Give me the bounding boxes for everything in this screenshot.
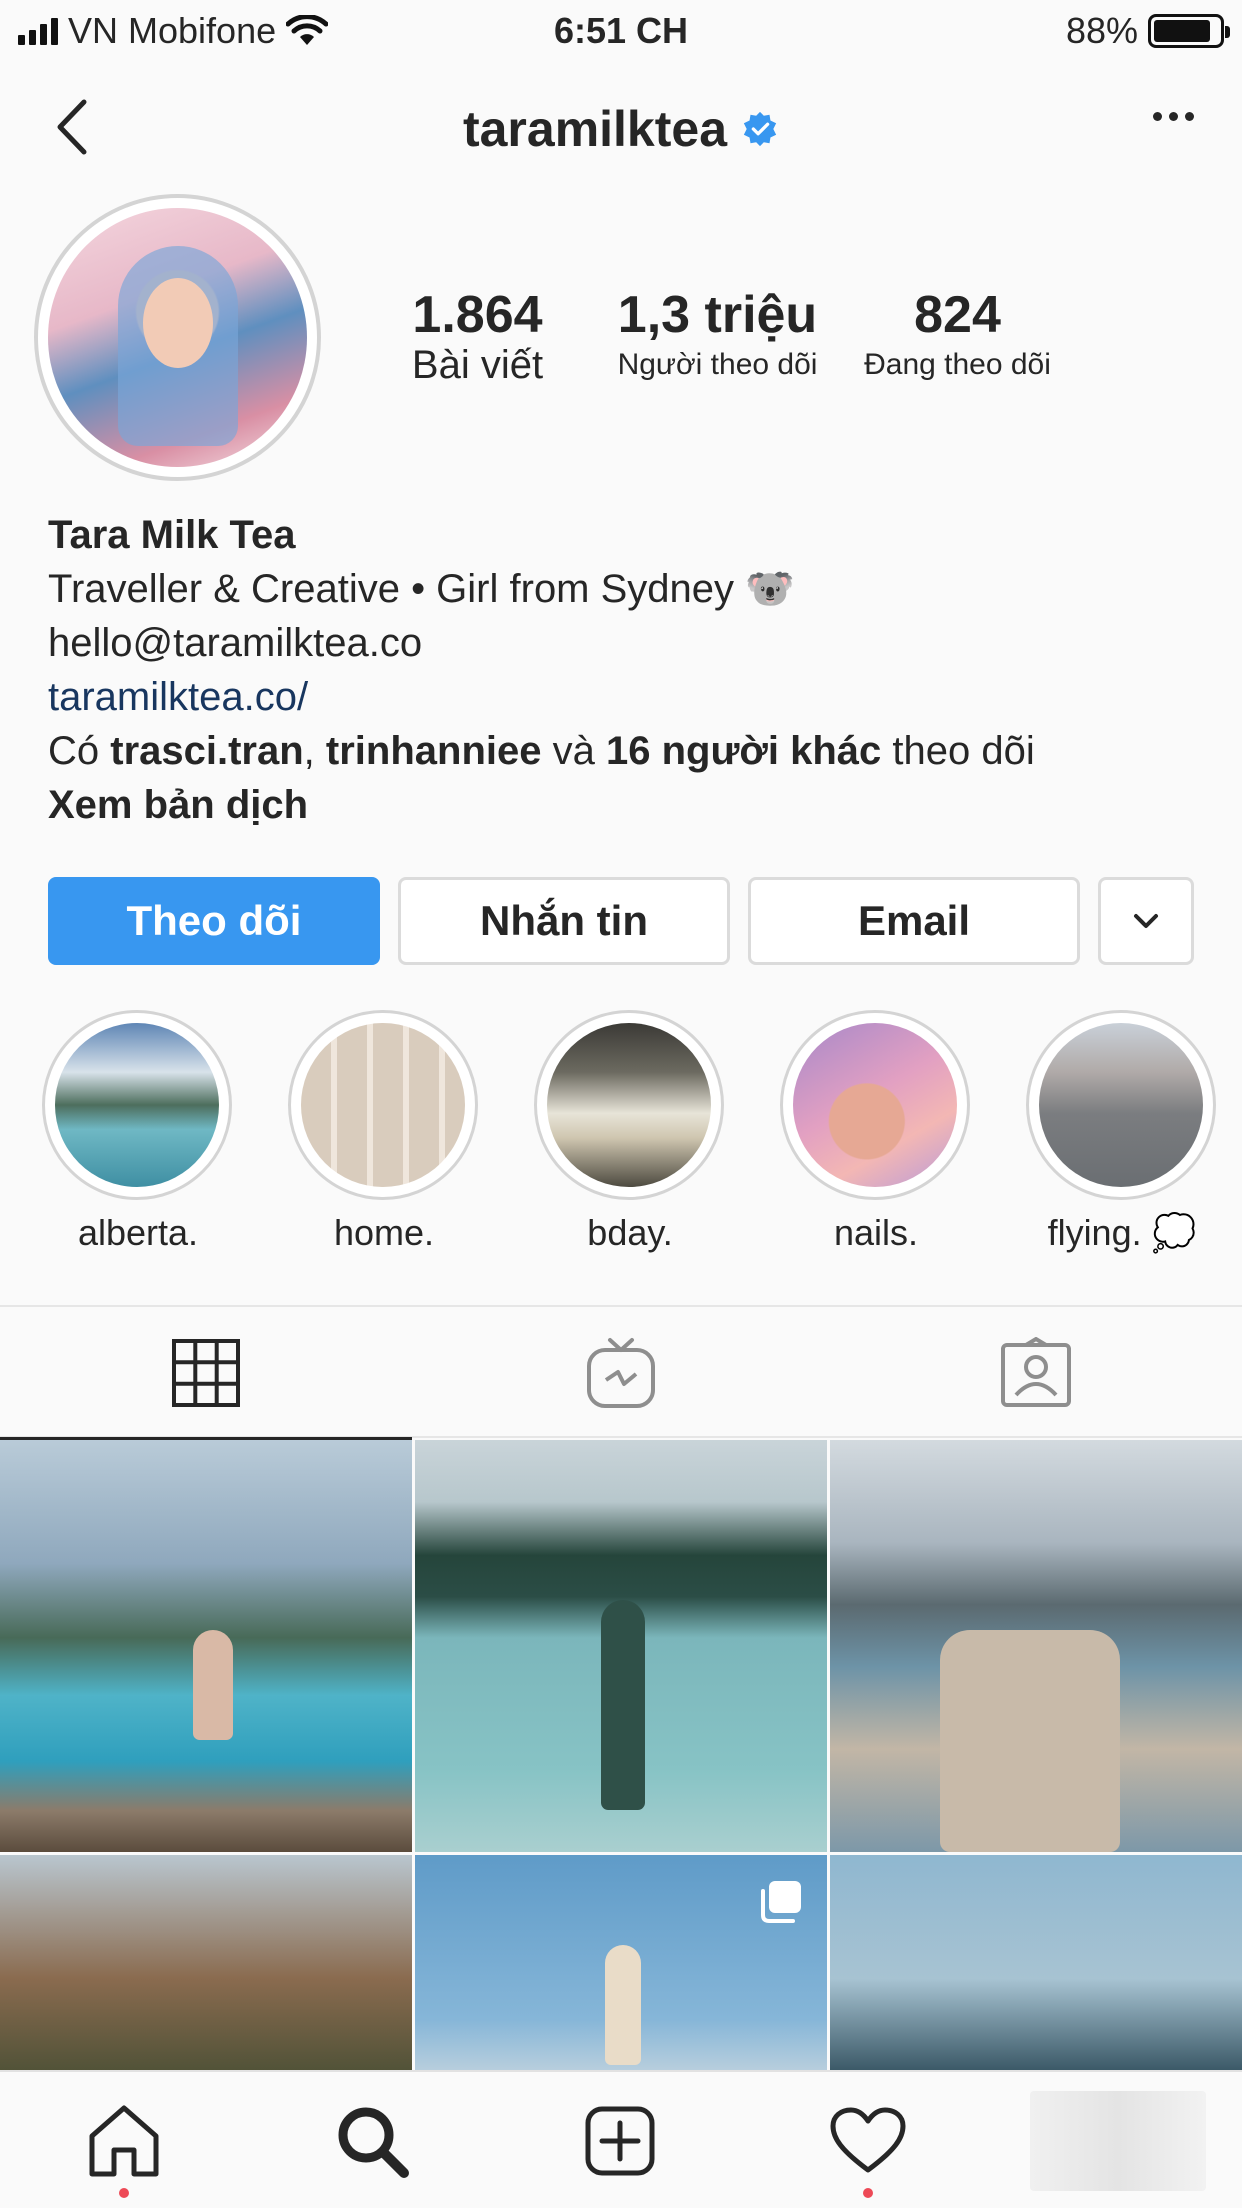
stat-following-label: Đang theo dõi	[864, 348, 1051, 381]
battery-icon	[1148, 14, 1230, 48]
add-post-icon	[585, 2106, 655, 2176]
battery-percent: 88%	[1065, 10, 1138, 51]
status-right: 88%	[1065, 10, 1230, 52]
highlight-cover	[55, 1023, 219, 1187]
tab-tagged[interactable]	[830, 1307, 1242, 1438]
stat-followers[interactable]: 1,3 triệu Người theo dõi	[600, 286, 835, 386]
multiple-photos-icon	[761, 1881, 801, 1923]
highlight-label: bday.	[587, 1212, 673, 1253]
message-button[interactable]: Nhắn tin	[398, 877, 730, 965]
highlight-home[interactable]: home.	[288, 1010, 480, 1254]
profile-name: Tara Milk Tea	[48, 513, 296, 557]
nav-profile[interactable]	[994, 2072, 1242, 2208]
stat-followers-label: Người theo dõi	[617, 348, 818, 381]
tagged-icon	[1001, 1336, 1071, 1407]
post-thumbnail[interactable]	[0, 1440, 412, 1852]
bio-email[interactable]: hello@taramilktea.co	[48, 616, 1198, 670]
post-thumbnail[interactable]	[830, 1440, 1242, 1852]
grid-icon	[172, 1338, 240, 1407]
email-button[interactable]: Email	[748, 877, 1080, 965]
nav-search[interactable]	[248, 2072, 496, 2208]
profile-avatar-ring[interactable]	[34, 194, 321, 481]
post-thumbnail[interactable]	[830, 1855, 1242, 2070]
notification-dot	[119, 2188, 129, 2198]
ellipsis-icon	[1153, 112, 1162, 121]
story-highlights: alberta. home. bday. nails. flying. 💭	[0, 1010, 1242, 1260]
stat-posts-value: 1.864	[412, 286, 543, 344]
status-time: 6:51 CH	[553, 10, 689, 51]
followed-by-user[interactable]: trinhanniee	[326, 729, 542, 773]
status-bar: VN Mobifone 6:51 CH 88%	[0, 0, 1242, 62]
highlight-label: flying. 💭	[1047, 1212, 1197, 1253]
stat-posts[interactable]: 1.864 Bài viết	[400, 286, 555, 386]
stat-posts-label: Bài viết	[411, 343, 544, 387]
search-icon	[338, 2107, 409, 2178]
post-thumbnail[interactable]	[0, 1855, 412, 2070]
follow-button[interactable]: Theo dõi	[48, 877, 380, 965]
highlight-alberta[interactable]: alberta.	[42, 1010, 234, 1254]
profile-avatar	[1030, 2091, 1206, 2191]
highlight-flying[interactable]: flying. 💭	[1026, 1010, 1218, 1254]
profile-tabs	[0, 1305, 1242, 1440]
suggestions-dropdown-button[interactable]	[1098, 877, 1194, 965]
igtv-icon	[587, 1337, 655, 1408]
post-thumbnail[interactable]	[415, 1440, 827, 1852]
followed-by-others[interactable]: 16 người khác	[606, 729, 881, 773]
highlight-label: nails.	[833, 1212, 919, 1253]
post-grid	[0, 1440, 1242, 2070]
highlight-label: alberta.	[77, 1212, 199, 1253]
profile-bio: Tara Milk Tea Traveller & Creative • Gir…	[48, 508, 1198, 832]
tab-grid[interactable]	[0, 1307, 412, 1440]
nav-home[interactable]	[0, 2072, 248, 2208]
stat-following-value: 824	[914, 286, 1001, 344]
nav-new-post[interactable]	[496, 2072, 744, 2208]
highlight-cover	[547, 1023, 711, 1187]
profile-header: taramilktea	[0, 82, 1242, 172]
highlight-label: home.	[333, 1212, 435, 1253]
battery-fill	[1154, 20, 1211, 42]
highlight-cover	[793, 1023, 957, 1187]
followed-by-line[interactable]: Có trasci.tran, trinhanniee và 16 người …	[48, 724, 1198, 778]
chevron-down-icon	[1134, 914, 1158, 928]
stat-followers-value: 1,3 triệu	[617, 286, 818, 344]
translate-link[interactable]: Xem bản dịch	[48, 778, 1198, 832]
bio-website-link[interactable]: taramilktea.co/	[48, 670, 1198, 724]
highlight-bday[interactable]: bday.	[534, 1010, 726, 1254]
profile-avatar	[48, 208, 307, 467]
bottom-navigation	[0, 2070, 1242, 2208]
verified-badge-icon	[743, 111, 777, 147]
bio-text: Traveller & Creative • Girl from Sydney …	[48, 567, 795, 611]
nav-activity[interactable]	[744, 2072, 992, 2208]
highlight-nails[interactable]: nails.	[780, 1010, 972, 1254]
home-icon	[89, 2105, 159, 2177]
highlight-cover	[301, 1023, 465, 1187]
more-options-button[interactable]	[1153, 112, 1194, 121]
post-thumbnail[interactable]	[415, 1855, 827, 2070]
stat-following[interactable]: 824 Đang theo dõi	[845, 286, 1070, 386]
heart-icon	[830, 2107, 906, 2173]
highlight-cover	[1039, 1023, 1203, 1187]
tab-igtv[interactable]	[415, 1307, 827, 1438]
header-title: taramilktea	[0, 100, 1242, 158]
followed-by-user[interactable]: trasci.tran	[110, 729, 303, 773]
notification-dot	[863, 2188, 873, 2198]
username-title: taramilktea	[462, 101, 728, 157]
